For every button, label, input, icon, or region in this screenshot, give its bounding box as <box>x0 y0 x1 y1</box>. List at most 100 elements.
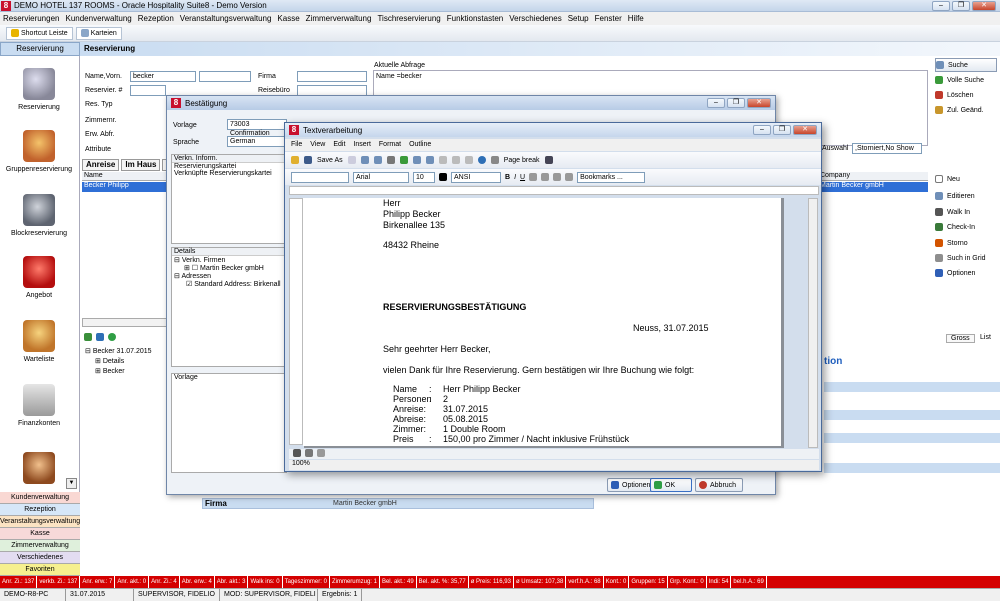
optionen-right-button[interactable]: Optionen <box>935 266 997 280</box>
tree-adressen[interactable]: ⊟ Adressen <box>172 272 286 280</box>
maximize-icon[interactable]: ❐ <box>952 1 970 11</box>
nav-bottom-favoriten[interactable]: Favoriten <box>0 564 80 576</box>
save-as-button[interactable]: Save As <box>317 157 343 164</box>
name-input[interactable]: becker <box>130 71 196 82</box>
vorlage-select[interactable]: 73003 Confirmation <box>227 119 287 137</box>
nav-item-warteliste[interactable]: Warteliste <box>0 320 78 363</box>
maximize-icon[interactable]: ❐ <box>727 98 745 108</box>
menu-fenster[interactable]: Fenster <box>595 14 622 23</box>
tab-gross[interactable]: Gross <box>946 334 975 343</box>
menu-kundenverwaltung[interactable]: Kundenverwaltung <box>65 14 131 23</box>
zoom-out-icon[interactable] <box>373 156 382 164</box>
nav-item-finanzkonten[interactable]: Finanzkonten <box>0 384 78 427</box>
nav-bottom-rezeption[interactable]: Rezeption <box>0 504 80 516</box>
undo-icon[interactable] <box>412 156 421 164</box>
nav-bottom-veranstaltungsverwaltung[interactable]: Veranstaltungsverwaltung <box>0 516 80 528</box>
page-break-button[interactable]: Page break <box>504 157 540 164</box>
maximize-icon[interactable]: ❐ <box>773 125 791 135</box>
normal-view-icon[interactable] <box>293 449 301 457</box>
nav-item-gruppenreservierung[interactable]: Gruppenreservierung <box>0 130 78 173</box>
font-select[interactable]: Arial <box>353 171 409 183</box>
justify-icon[interactable] <box>565 173 574 181</box>
auswahl-select[interactable]: ,Storniert,No Show <box>852 143 922 154</box>
walk-in-button[interactable]: Walk In <box>935 205 997 219</box>
nav-item-blockreservierung[interactable]: Blockreservierung <box>0 194 78 237</box>
document-page[interactable]: Herr Philipp Becker Birkenallee 135 4843… <box>303 198 781 446</box>
volle-suche-button[interactable]: Volle Suche <box>935 73 997 87</box>
optionen-button[interactable]: Optionen <box>607 478 653 492</box>
storno-button[interactable]: Storno <box>935 236 997 250</box>
print-preview-icon[interactable] <box>347 156 356 164</box>
ok-button[interactable]: OK <box>650 478 692 492</box>
nav-scroll-down-icon[interactable]: ▼ <box>66 478 77 489</box>
firma-select[interactable] <box>297 71 367 82</box>
menu-setup[interactable]: Setup <box>568 14 589 23</box>
suche-button[interactable]: Suche <box>935 58 997 72</box>
nav-bottom-kasse[interactable]: Kasse <box>0 528 80 540</box>
tree-root[interactable]: ⊟ Becker 31.07.2015 <box>85 347 152 355</box>
abbruch-button[interactable]: Abbruch <box>695 478 743 492</box>
minimize-icon[interactable]: – <box>753 125 771 135</box>
nav-item-reservierung[interactable]: Reservierung <box>0 68 78 111</box>
editieren-button[interactable]: Editieren <box>935 189 997 203</box>
nav-bottom-kundenverwaltung[interactable]: Kundenverwaltung <box>0 492 80 504</box>
align-center-icon[interactable] <box>541 173 550 181</box>
ruler[interactable] <box>289 186 819 195</box>
italic-icon[interactable]: I <box>514 174 516 181</box>
underline-icon[interactable]: U <box>520 174 525 181</box>
reservier-input[interactable] <box>130 85 166 96</box>
redo-icon[interactable] <box>425 156 434 164</box>
menu-rezeption[interactable]: Rezeption <box>138 14 174 23</box>
editor-menu-edit[interactable]: Edit <box>333 139 345 151</box>
close-icon[interactable]: ✕ <box>972 1 996 11</box>
font-size-select[interactable]: 10 <box>413 171 435 183</box>
zul-geaend-button[interactable]: Zul. Geänd. <box>935 103 997 117</box>
paste-icon[interactable] <box>464 156 473 164</box>
text-color-icon[interactable] <box>439 173 447 181</box>
menu-reservierungen[interactable]: Reservierungen <box>3 14 59 23</box>
menu-tischreservierung[interactable]: Tischreservierung <box>377 14 440 23</box>
outline-view-icon[interactable] <box>317 449 325 457</box>
firstname-input[interactable] <box>199 71 251 82</box>
nav-bottom-zimmerverwaltung[interactable]: Zimmerverwaltung <box>0 540 80 552</box>
charset-select[interactable]: ANSI <box>451 171 501 183</box>
expand-all-icon[interactable] <box>84 333 92 341</box>
menu-hilfe[interactable]: Hilfe <box>628 14 644 23</box>
sprache-select[interactable]: German <box>227 136 287 147</box>
minimize-icon[interactable]: – <box>932 1 950 11</box>
check-in-button[interactable]: Check-In <box>935 220 997 234</box>
zoom-in-icon[interactable] <box>360 156 369 164</box>
editor-menu-format[interactable]: Format <box>379 139 401 151</box>
editor-menu-insert[interactable]: Insert <box>353 139 371 151</box>
editor-menu-view[interactable]: View <box>310 139 325 151</box>
menu-verschiedenes[interactable]: Verschiedenes <box>509 14 561 23</box>
hyperlink-icon[interactable] <box>477 156 486 164</box>
tree-becker[interactable]: ⊞ Becker <box>95 367 125 375</box>
layout-view-icon[interactable] <box>305 449 313 457</box>
print-icon[interactable] <box>386 156 395 164</box>
tree-firma[interactable]: ⊞ ☐ Martin Becker gmbH <box>172 264 286 272</box>
nav-header[interactable]: Reservierung <box>0 42 80 56</box>
bold-icon[interactable]: B <box>505 174 510 181</box>
vertical-scrollbar[interactable] <box>808 198 818 448</box>
menu-funktionstasten[interactable]: Funktionstasten <box>447 14 503 23</box>
refresh-icon[interactable] <box>108 333 116 341</box>
bookmarks-select[interactable]: Bookmarks ... <box>577 171 646 183</box>
close-icon[interactable]: ✕ <box>793 125 817 135</box>
editor-menu-outline[interactable]: Outline <box>409 139 431 151</box>
collapse-all-icon[interactable] <box>96 333 104 341</box>
save-icon[interactable] <box>304 156 312 164</box>
menu-kasse[interactable]: Kasse <box>277 14 299 23</box>
nav-bottom-verschiedenes[interactable]: Verschiedenes <box>0 552 80 564</box>
such-in-grid-button[interactable]: Such in Grid <box>935 251 997 265</box>
cut-icon[interactable] <box>438 156 447 164</box>
tab-list[interactable]: List <box>978 334 993 341</box>
tree-verkn-firmen[interactable]: ⊟ Verkn. Firmen <box>172 256 286 264</box>
open-icon[interactable] <box>291 156 299 164</box>
karteien-button[interactable]: Karteien <box>75 26 122 40</box>
copy-icon[interactable] <box>451 156 460 164</box>
editor-menu-file[interactable]: File <box>291 139 302 151</box>
tab-im-haus[interactable]: Im Haus <box>121 159 161 171</box>
insert-image-icon[interactable] <box>490 156 499 164</box>
loeschen-button[interactable]: Löschen <box>935 88 997 102</box>
